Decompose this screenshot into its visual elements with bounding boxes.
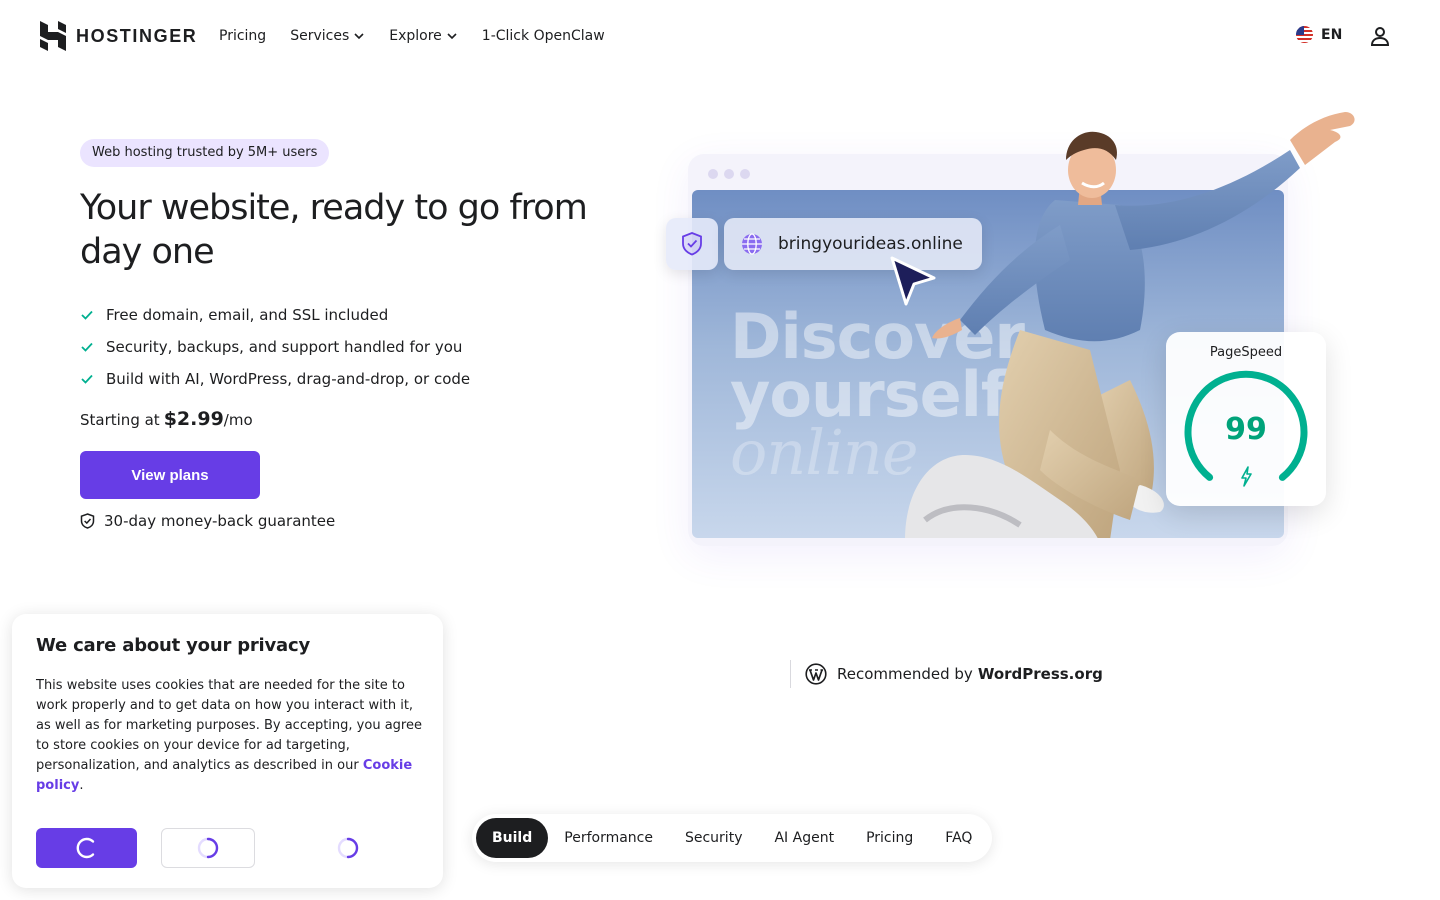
nav-services-label: Services (290, 28, 350, 44)
wordpress-recommendation: Recommended by WordPress.org (790, 660, 1103, 688)
feature-text: Security, backups, and support handled f… (106, 338, 463, 356)
shield-check-icon (80, 513, 95, 529)
hostinger-logo[interactable]: HOSTINGER (40, 21, 197, 51)
tab-ai-agent[interactable]: AI Agent (758, 818, 850, 858)
cookie-reject-button[interactable] (298, 828, 398, 868)
view-plans-button[interactable]: View plans (80, 451, 260, 499)
hostinger-logo-icon (40, 21, 66, 51)
pagespeed-score: 99 (1225, 412, 1267, 447)
window-dot (708, 169, 718, 179)
globe-icon (742, 233, 762, 255)
starting-price: Starting at $2.99/mo (80, 408, 253, 430)
recommended-org: WordPress.org (977, 665, 1103, 683)
wordpress-logo-icon (805, 663, 827, 685)
trust-badge: Web hosting trusted by 5M+ users (80, 139, 330, 167)
cookie-title: We care about your privacy (36, 635, 311, 656)
loading-spinner-icon (197, 837, 219, 859)
check-icon (81, 310, 93, 320)
tab-security[interactable]: Security (669, 818, 759, 858)
nav-explore-label: Explore (389, 28, 442, 44)
preview-headline: Discover yourself online (730, 306, 1025, 489)
section-tabs: Build Performance Security AI Agent Pric… (472, 814, 993, 862)
price-amount: $2.99 (163, 408, 224, 430)
feature-text: Build with AI, WordPress, drag-and-drop,… (106, 370, 471, 388)
main-nav: Pricing Services Explore 1-Click OpenCla… (219, 26, 605, 46)
window-dot (740, 169, 750, 179)
pagespeed-card: PageSpeed 99 (1166, 332, 1326, 506)
cookie-consent-banner: We care about your privacy This website … (12, 614, 443, 888)
tab-pricing[interactable]: Pricing (850, 818, 929, 858)
preview-headline-line: online (730, 416, 919, 489)
cookie-settings-button[interactable] (161, 828, 255, 868)
price-prefix: Starting at (80, 411, 160, 429)
loading-spinner-icon (76, 837, 94, 859)
site-header: HOSTINGER Pricing Services Explore 1-Cli… (0, 0, 1440, 72)
feature-item: Build with AI, WordPress, drag-and-drop,… (80, 363, 470, 395)
domain-address-bar: bringyourideas.online (724, 218, 982, 270)
cookie-link-suffix: . (79, 778, 84, 793)
window-dot (724, 169, 734, 179)
account-icon[interactable] (1368, 24, 1392, 48)
nav-explore[interactable]: Explore (389, 26, 458, 46)
loading-spinner-icon (337, 837, 359, 859)
tab-faq[interactable]: FAQ (929, 818, 988, 858)
chevron-down-icon (447, 33, 457, 40)
tab-performance[interactable]: Performance (548, 818, 669, 858)
nav-services[interactable]: Services (290, 26, 365, 46)
chevron-down-icon (354, 33, 364, 40)
brand-name: HOSTINGER (76, 25, 198, 46)
ssl-badge (666, 218, 718, 270)
nav-openclaw[interactable]: 1-Click OpenClaw (482, 26, 605, 46)
guarantee-text: 30-day money-back guarantee (104, 512, 336, 530)
nav-openclaw-label: 1-Click OpenClaw (481, 28, 605, 44)
tab-build[interactable]: Build (476, 818, 549, 858)
feature-item: Security, backups, and support handled f… (80, 331, 470, 363)
feature-item: Free domain, email, and SSL included (80, 299, 470, 331)
shield-check-icon (682, 232, 702, 256)
check-icon (81, 374, 93, 384)
feature-text: Free domain, email, and SSL included (106, 306, 389, 324)
feature-list: Free domain, email, and SSL included Sec… (80, 299, 470, 395)
cookie-description: This website uses cookies that are neede… (36, 676, 426, 796)
cursor-arrow-icon (890, 256, 936, 306)
recommended-prefix: Recommended by (837, 665, 973, 683)
hero-title: Your website, ready to go from day one (80, 188, 588, 272)
language-code: EN (1321, 26, 1343, 43)
nav-pricing-label: Pricing (219, 28, 267, 44)
money-back-guarantee: 30-day money-back guarantee (80, 512, 335, 530)
cookie-accept-button[interactable] (36, 828, 137, 868)
pagespeed-label: PageSpeed (1209, 345, 1283, 360)
price-suffix: /mo (223, 411, 253, 429)
nav-pricing[interactable]: Pricing (219, 26, 266, 46)
us-flag-icon (1296, 26, 1313, 43)
domain-name: bringyourideas.online (778, 234, 963, 254)
check-icon (81, 342, 93, 352)
language-selector[interactable]: EN (1296, 26, 1342, 43)
